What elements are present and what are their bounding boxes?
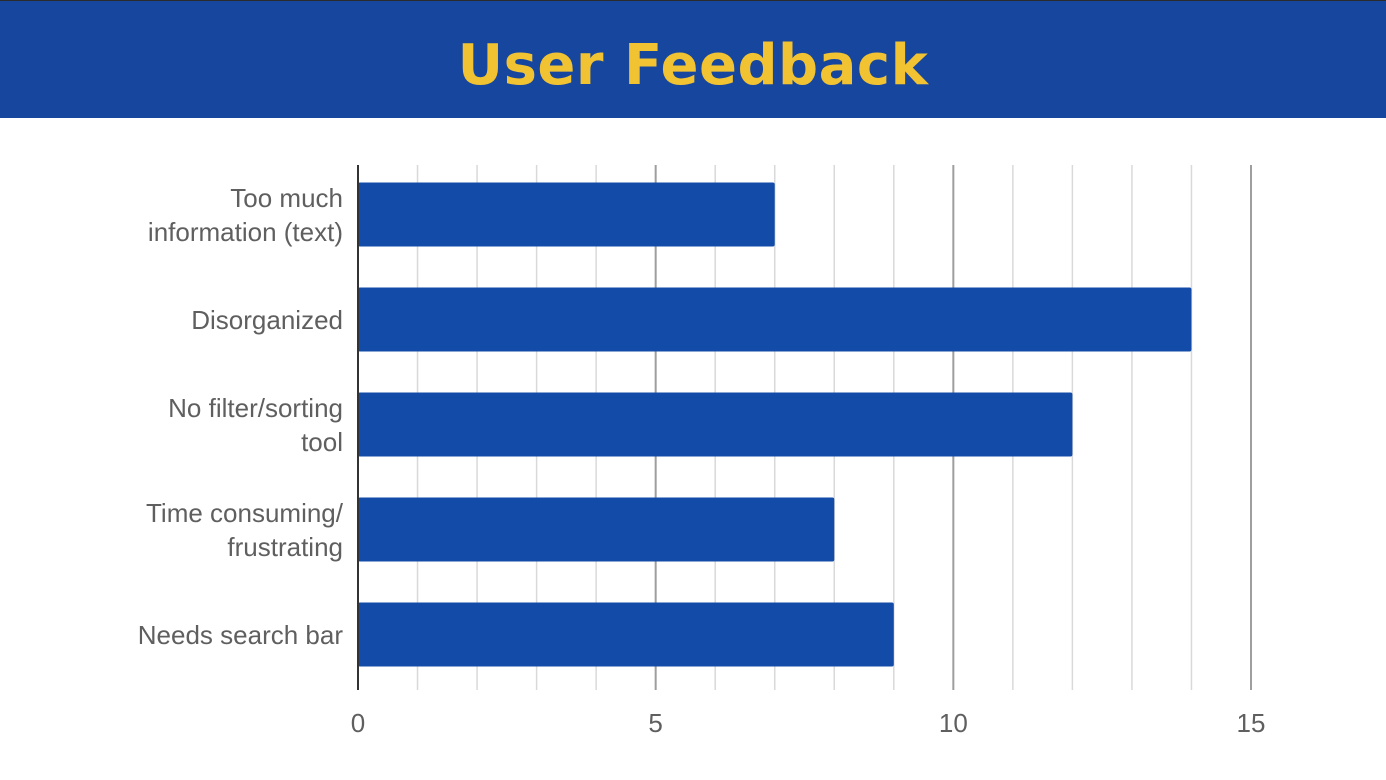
x-tick-label: 10 [939,708,968,738]
y-category-label: Too much information (text) [147,182,343,247]
x-tick-label: 5 [648,708,662,738]
bar [358,392,1073,457]
x-tick-label: 0 [351,708,365,738]
bar [358,182,775,247]
bar [358,497,835,562]
y-category-label: No filter/sorting tool [168,392,343,457]
y-category-label: Time consuming/frustrating [146,497,343,562]
x-tick-label: 15 [1237,708,1266,738]
y-category-label: Needs search bar [137,619,343,650]
bar [358,602,894,667]
bar [358,287,1192,352]
y-category-label: Disorganized [191,304,343,335]
